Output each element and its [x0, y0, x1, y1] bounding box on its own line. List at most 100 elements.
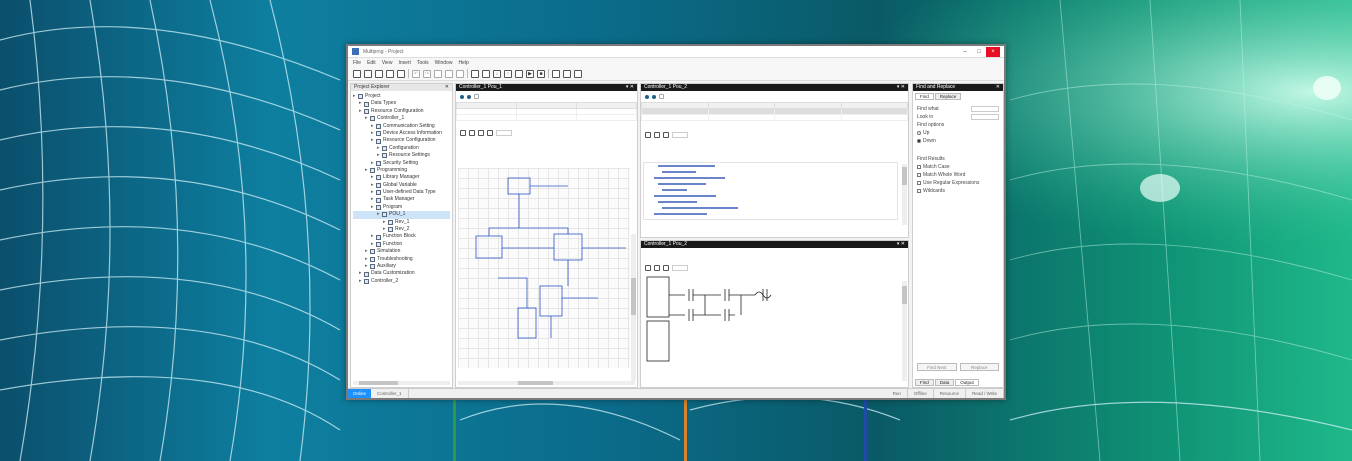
rung-tool-icon[interactable] [663, 265, 669, 271]
tree-item[interactable]: ▸ Project [353, 93, 450, 100]
bottom-tab-find[interactable]: Find [915, 379, 934, 386]
direction-down-radio[interactable] [917, 139, 921, 143]
new-icon[interactable] [353, 69, 361, 78]
remove-var-icon[interactable] [652, 94, 656, 99]
direction-up-radio[interactable] [917, 131, 921, 135]
expand-arrow-icon[interactable]: ▸ [365, 248, 369, 255]
expand-arrow-icon[interactable]: ▸ [365, 167, 369, 174]
close-button[interactable]: × [986, 46, 1000, 57]
match-whole-word-checkbox[interactable] [917, 173, 921, 177]
tree-item[interactable]: ▸ Data Types [353, 100, 450, 107]
find-what-input[interactable] [971, 106, 999, 112]
print-icon[interactable] [397, 69, 405, 78]
expand-arrow-icon[interactable]: ▸ [371, 204, 375, 211]
add-var-icon[interactable] [460, 94, 464, 99]
zoom-select[interactable] [496, 130, 512, 136]
stop-icon[interactable]: ■ [537, 69, 545, 78]
tree-item[interactable]: ▸ Programming [353, 167, 450, 174]
fbd-hscroll[interactable] [458, 381, 635, 385]
tree-item[interactable]: ▸ Resource Configuration [353, 108, 450, 115]
st-select-icon[interactable] [645, 132, 651, 138]
maximize-button[interactable]: □ [972, 47, 986, 57]
bottom-tab-output[interactable]: Output [955, 379, 979, 386]
menu-view[interactable]: View [382, 60, 393, 66]
tree-item[interactable]: ▸ Rev_2 [353, 226, 450, 233]
fbd-canvas[interactable] [458, 168, 630, 368]
expand-arrow-icon[interactable]: ▸ [359, 108, 363, 115]
expand-arrow-icon[interactable]: ▸ [371, 130, 375, 137]
explorer-hscroll[interactable] [353, 381, 450, 385]
open-icon[interactable] [364, 69, 372, 78]
tree-item[interactable]: ▸ Controller_1 [353, 115, 450, 122]
expand-arrow-icon[interactable]: ▸ [377, 211, 381, 218]
tree-item[interactable]: ▸ User-defined Data Type [353, 189, 450, 196]
ld-canvas[interactable] [645, 275, 895, 365]
expand-arrow-icon[interactable]: ▸ [359, 100, 363, 107]
select-tool-icon[interactable] [460, 130, 466, 136]
tree-item[interactable]: ▸ Troubleshooting [353, 256, 450, 263]
expand-arrow-icon[interactable]: ▸ [353, 93, 357, 100]
save-all-icon[interactable] [386, 69, 394, 78]
undo-icon[interactable]: ↶ [412, 69, 420, 78]
ld-vscroll[interactable] [902, 281, 907, 381]
replace-button[interactable]: Replace [959, 363, 999, 371]
look-in-select[interactable] [971, 114, 999, 120]
tree-item[interactable]: ▸ Resource Configuration [353, 137, 450, 144]
find-next-button[interactable]: Find Next [917, 363, 957, 371]
expand-arrow-icon[interactable]: ▸ [371, 241, 375, 248]
tab-find[interactable]: Find [915, 93, 934, 100]
tree-item[interactable]: ▸ Function [353, 241, 450, 248]
function-block-tool-icon[interactable] [469, 130, 475, 136]
regex-checkbox[interactable] [917, 181, 921, 185]
build-icon[interactable] [482, 69, 490, 78]
menu-help[interactable]: Help [458, 60, 468, 66]
connection-tool-icon[interactable] [478, 130, 484, 136]
menu-insert[interactable]: Insert [398, 60, 411, 66]
expand-arrow-icon[interactable]: ▸ [359, 270, 363, 277]
bottom-tab-data[interactable]: Data [934, 379, 955, 386]
expand-arrow-icon[interactable]: ▸ [359, 278, 363, 285]
tree-item[interactable]: ▸ Simulation [353, 248, 450, 255]
cut-icon[interactable] [434, 69, 442, 78]
save-icon[interactable] [375, 69, 383, 78]
tree-item[interactable]: ▸ Communication Setting [353, 123, 450, 130]
online-icon[interactable] [552, 69, 560, 78]
expand-arrow-icon[interactable]: ▸ [371, 137, 375, 144]
menu-edit[interactable]: Edit [367, 60, 376, 66]
st-zoom-select[interactable] [672, 132, 688, 138]
tree-item[interactable]: ▸ Function Block [353, 233, 450, 240]
expand-arrow-icon[interactable]: ▸ [371, 189, 375, 196]
fbd-vscroll[interactable] [631, 234, 636, 381]
ld-zoom-select[interactable] [672, 265, 688, 271]
paste-icon[interactable] [456, 69, 464, 78]
tree-item[interactable]: ▸ Auxiliary [353, 263, 450, 270]
add-var-icon[interactable] [645, 94, 649, 99]
expand-arrow-icon[interactable]: ▸ [383, 219, 387, 226]
download-icon[interactable]: ↓ [493, 69, 501, 78]
tree-item[interactable]: ▸ Configuration [353, 145, 450, 152]
expand-arrow-icon[interactable]: ▸ [383, 226, 387, 233]
upload-icon[interactable]: ↑ [504, 69, 512, 78]
monitor-icon[interactable] [515, 69, 523, 78]
expand-arrow-icon[interactable]: ▸ [371, 174, 375, 181]
expand-arrow-icon[interactable]: ▸ [377, 145, 381, 152]
expand-arrow-icon[interactable]: ▸ [371, 182, 375, 189]
tree-item[interactable]: ▸ Data Customization [353, 270, 450, 277]
wildcards-checkbox[interactable] [917, 189, 921, 193]
tree-item[interactable]: ▸ Controller_2 [353, 278, 450, 285]
tree-item[interactable]: ▸ Resource Settings [353, 152, 450, 159]
tree-item[interactable]: ▸ Security Setting [353, 160, 450, 167]
run-icon[interactable]: ▶ [526, 69, 534, 78]
expand-arrow-icon[interactable]: ▸ [365, 256, 369, 263]
st-find-icon[interactable] [654, 132, 660, 138]
remove-var-icon[interactable] [467, 94, 471, 99]
expand-arrow-icon[interactable]: ▸ [371, 160, 375, 167]
expand-arrow-icon[interactable]: ▸ [371, 196, 375, 203]
minimize-button[interactable]: – [958, 47, 972, 57]
st-vscroll[interactable] [902, 164, 907, 225]
expand-arrow-icon[interactable]: ▸ [377, 152, 381, 159]
copy-icon[interactable] [445, 69, 453, 78]
match-case-checkbox[interactable] [917, 165, 921, 169]
offline-icon[interactable] [563, 69, 571, 78]
expand-arrow-icon[interactable]: ▸ [371, 233, 375, 240]
